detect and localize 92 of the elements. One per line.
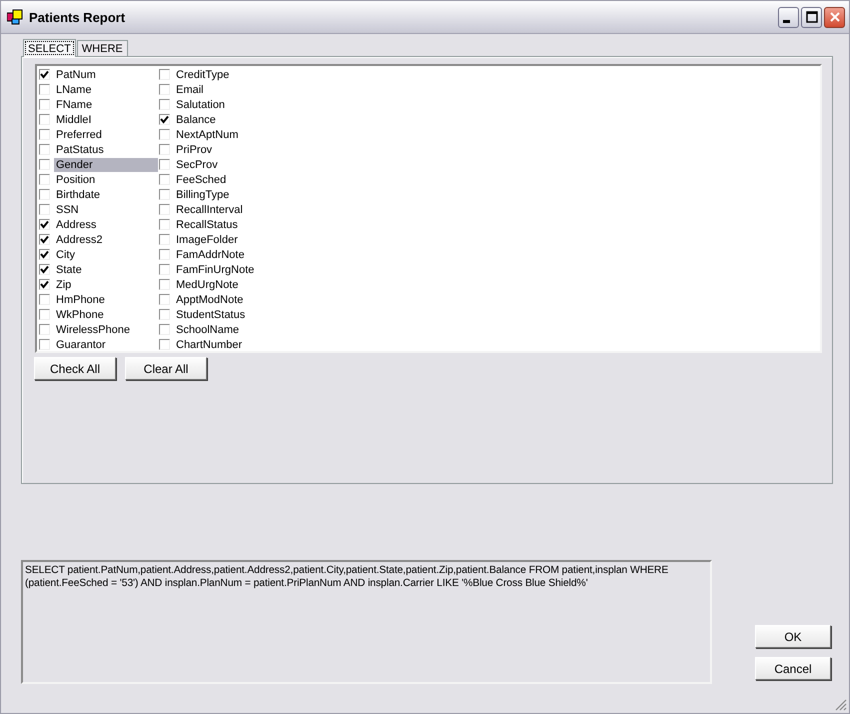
field-label[interactable]: ChartNumber	[174, 338, 278, 352]
checkbox[interactable]	[159, 324, 170, 335]
minimize-button[interactable]	[778, 6, 799, 28]
checkbox[interactable]	[39, 99, 50, 110]
field-label[interactable]: BillingType	[174, 188, 278, 202]
checkbox[interactable]	[39, 309, 50, 320]
field-label[interactable]: WkPhone	[54, 308, 158, 322]
checkbox[interactable]	[159, 339, 170, 350]
query-text: SELECT patient.PatNum,patient.Address,patient.Address2,patient.City,patient.State,patient.Zip,patient.Balance FROM patient,insplan WHERE (patient.FeeSched = '53') AND insplan.PlanNum = patient.PriPlanNum AND insplan.Carrier LIKE '%Blue Cross Blue Shield%'	[21, 560, 712, 684]
field-label[interactable]: LName	[54, 82, 158, 96]
checkbox[interactable]	[159, 144, 170, 155]
field-label[interactable]: Guarantor	[54, 338, 158, 352]
tab[interactable]: WHERE	[76, 40, 128, 56]
checkbox[interactable]	[39, 174, 50, 185]
minimize-icon	[783, 20, 790, 22]
field-label[interactable]: StudentStatus	[174, 308, 278, 322]
close-icon	[828, 11, 840, 23]
checkbox[interactable]	[159, 114, 170, 125]
field-label[interactable]: HmPhone	[54, 292, 158, 306]
field-label[interactable]: Address	[54, 218, 158, 232]
checkbox[interactable]	[39, 129, 50, 140]
checkbox[interactable]	[39, 144, 50, 155]
checkbox[interactable]	[39, 219, 50, 230]
field-label[interactable]: Gender	[54, 158, 158, 172]
checkbox[interactable]	[159, 279, 170, 290]
checkbox[interactable]	[159, 294, 170, 305]
checkbox[interactable]	[159, 174, 170, 185]
checkbox[interactable]	[39, 204, 50, 215]
field-label[interactable]: MiddleI	[54, 112, 158, 126]
checkbox[interactable]	[159, 189, 170, 200]
checkbox[interactable]	[159, 204, 170, 215]
checkbox[interactable]	[159, 84, 170, 95]
field-label[interactable]: SchoolName	[174, 322, 278, 336]
checkbox[interactable]	[39, 234, 50, 245]
checkbox[interactable]	[39, 294, 50, 305]
checkbox[interactable]	[159, 159, 170, 170]
app-icon	[7, 9, 23, 25]
field-label[interactable]: PatNum	[54, 68, 158, 82]
resize-grip-icon	[835, 699, 847, 711]
field-label[interactable]: PriProv	[174, 142, 278, 156]
window-title: Patients Report	[29, 10, 126, 24]
field-label[interactable]: Preferred	[54, 128, 158, 142]
checkbox[interactable]	[39, 159, 50, 170]
checkbox[interactable]	[39, 69, 50, 80]
field-label[interactable]: ImageFolder	[174, 232, 278, 246]
field-label[interactable]: State	[54, 262, 158, 276]
field-label[interactable]: MedUrgNote	[174, 278, 278, 292]
field-label[interactable]: CreditType	[174, 68, 278, 82]
tab[interactable]: SELECT	[23, 39, 76, 57]
field-label[interactable]: FeeSched	[174, 172, 278, 186]
field-label[interactable]: PatStatus	[54, 142, 158, 156]
checkbox[interactable]	[39, 84, 50, 95]
field-label[interactable]: WirelessPhone	[54, 322, 158, 336]
checkbox[interactable]	[159, 69, 170, 80]
checkbox[interactable]	[159, 99, 170, 110]
field-label[interactable]: RecallInterval	[174, 202, 278, 216]
field-label[interactable]: FName	[54, 98, 158, 112]
checkbox[interactable]	[159, 264, 170, 275]
clear-all-button[interactable]: Clear All	[125, 357, 207, 380]
close-button[interactable]	[824, 6, 845, 28]
field-label[interactable]: ApptModNote	[174, 292, 278, 306]
field-label[interactable]: Salutation	[174, 98, 278, 112]
field-label[interactable]: SecProv	[174, 158, 278, 172]
field-label[interactable]: SSN	[54, 202, 158, 216]
checkbox[interactable]	[39, 324, 50, 335]
field-label[interactable]: Email	[174, 82, 278, 96]
field-label[interactable]: City	[54, 248, 158, 262]
field-label[interactable]: NextAptNum	[174, 128, 278, 142]
checkbox[interactable]	[159, 249, 170, 260]
maximize-icon	[806, 11, 818, 23]
cancel-button[interactable]: Cancel	[755, 657, 831, 680]
maximize-button[interactable]	[801, 6, 822, 28]
checkbox[interactable]	[39, 279, 50, 290]
checkbox[interactable]	[159, 129, 170, 140]
checkbox[interactable]	[39, 339, 50, 350]
checkbox[interactable]	[159, 309, 170, 320]
field-label[interactable]: FamAddrNote	[174, 248, 278, 262]
field-label[interactable]: Address2	[54, 232, 158, 246]
ok-button[interactable]: OK	[755, 625, 831, 648]
checkbox[interactable]	[159, 234, 170, 245]
checkbox[interactable]	[39, 249, 50, 260]
field-label[interactable]: Balance	[174, 112, 278, 126]
field-label[interactable]: Zip	[54, 278, 158, 292]
checkbox[interactable]	[39, 264, 50, 275]
field-label[interactable]: Position	[54, 172, 158, 186]
check-all-button[interactable]: Check All	[34, 357, 116, 380]
checkbox[interactable]	[39, 189, 50, 200]
checkbox[interactable]	[159, 219, 170, 230]
field-label[interactable]: Birthdate	[54, 188, 158, 202]
field-label[interactable]: RecallStatus	[174, 218, 278, 232]
field-label[interactable]: FamFinUrgNote	[174, 262, 278, 276]
checkbox[interactable]	[39, 114, 50, 125]
